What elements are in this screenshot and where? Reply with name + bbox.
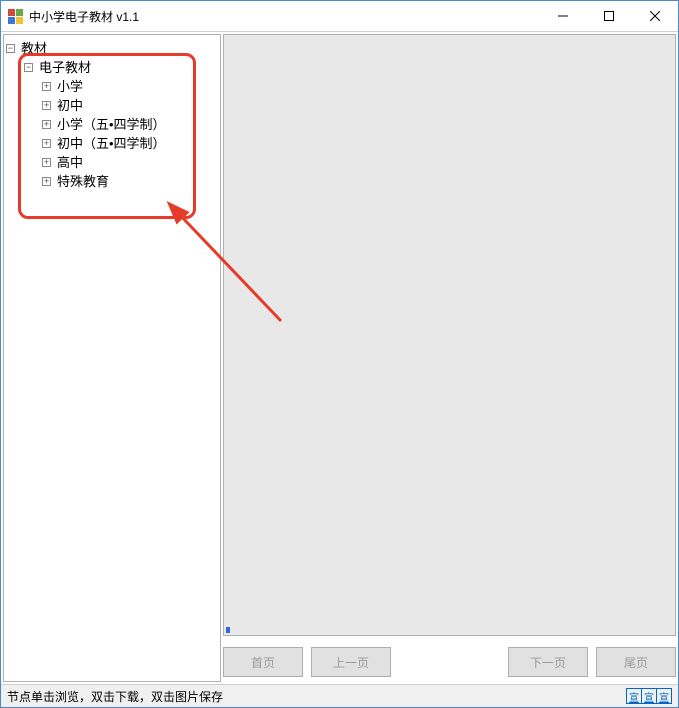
expand-icon[interactable]: + xyxy=(42,120,51,129)
scrollbar-thumb[interactable] xyxy=(226,627,230,633)
collapse-icon[interactable]: − xyxy=(24,63,33,72)
tree-label: 高中 xyxy=(55,153,85,172)
client-area: − 教材 − 电子教材 + 小学 + 初中 xyxy=(1,32,678,684)
tree-label: 教材 xyxy=(19,39,49,58)
body: − 教材 − 电子教材 + 小学 + 初中 xyxy=(1,32,678,684)
sidebar-tree-panel: − 教材 − 电子教材 + 小学 + 初中 xyxy=(3,34,221,682)
tree-node[interactable]: + 初中 xyxy=(6,96,218,115)
next-page-button[interactable]: 下一页 xyxy=(508,647,588,677)
tree-node-ebook[interactable]: − 电子教材 xyxy=(6,58,218,77)
collapse-icon[interactable]: − xyxy=(6,44,15,53)
tree-node-root[interactable]: − 教材 xyxy=(6,39,218,58)
app-icon xyxy=(7,8,23,24)
tree-label: 特殊教育 xyxy=(55,172,111,191)
tree: − 教材 − 电子教材 + 小学 + 初中 xyxy=(6,39,218,191)
prev-page-button[interactable]: 上一页 xyxy=(311,647,391,677)
expand-icon[interactable]: + xyxy=(42,177,51,186)
maximize-button[interactable] xyxy=(586,1,632,31)
first-page-button[interactable]: 首页 xyxy=(223,647,303,677)
tree-node[interactable]: + 小学 xyxy=(6,77,218,96)
expand-icon[interactable]: + xyxy=(42,101,51,110)
status-link[interactable]: 宣 xyxy=(656,688,672,704)
expand-icon[interactable]: + xyxy=(42,158,51,167)
page-viewer[interactable] xyxy=(223,34,676,636)
tree-node[interactable]: + 小学（五•四学制） xyxy=(6,115,218,134)
tree-label: 小学 xyxy=(55,77,85,96)
close-button[interactable] xyxy=(632,1,678,31)
tree-label: 初中 xyxy=(55,96,85,115)
status-link[interactable]: 宣 xyxy=(641,688,657,704)
status-links: 宣 宣 宣 xyxy=(627,688,672,704)
content-panel: 首页 上一页 下一页 尾页 xyxy=(223,34,676,682)
main-window: 中小学电子教材 v1.1 − 教材 − 电子教材 xyxy=(0,0,679,708)
tree-label: 小学（五•四学制） xyxy=(55,115,168,134)
minimize-button[interactable] xyxy=(540,1,586,31)
expand-icon[interactable]: + xyxy=(42,139,51,148)
tree-node[interactable]: + 高中 xyxy=(6,153,218,172)
window-controls xyxy=(540,1,678,31)
status-link[interactable]: 宣 xyxy=(626,688,642,704)
tree-label: 电子教材 xyxy=(37,58,93,77)
tree-label: 初中（五•四学制） xyxy=(55,134,168,153)
titlebar: 中小学电子教材 v1.1 xyxy=(1,1,678,32)
last-page-button[interactable]: 尾页 xyxy=(596,647,676,677)
statusbar: 节点单击浏览，双击下载，双击图片保存 宣 宣 宣 xyxy=(1,684,678,707)
status-hint: 节点单击浏览，双击下载，双击图片保存 xyxy=(7,688,223,705)
tree-node[interactable]: + 特殊教育 xyxy=(6,172,218,191)
horizontal-scrollbar[interactable] xyxy=(224,625,675,635)
nav-bar: 首页 上一页 下一页 尾页 xyxy=(223,636,676,682)
window-title: 中小学电子教材 v1.1 xyxy=(29,8,540,25)
tree-node[interactable]: + 初中（五•四学制） xyxy=(6,134,218,153)
expand-icon[interactable]: + xyxy=(42,82,51,91)
